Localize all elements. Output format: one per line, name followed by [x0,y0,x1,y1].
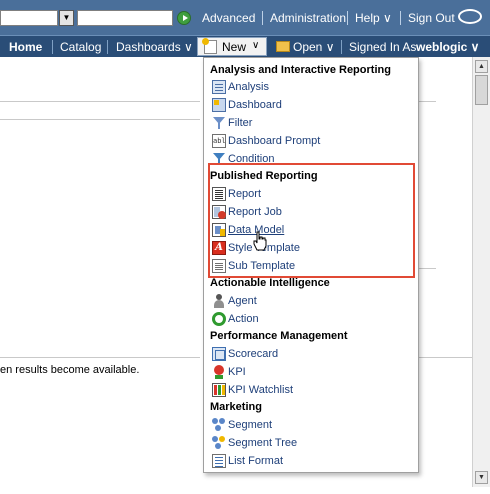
section-heading-performance-management: Performance Management [210,330,348,342]
menu-item-segment[interactable]: Segment [212,417,412,434]
menu-item-label: Report [228,188,262,200]
report-icon [212,187,226,201]
signed-in-label: Signed In As [349,40,417,54]
menu-item-label: Segment [228,419,273,431]
search-input[interactable] [77,10,173,26]
segment-tree-icon [212,436,226,450]
section-heading-published-reporting: Published Reporting [210,170,318,182]
scroll-thumb[interactable] [475,75,488,105]
kpi-watchlist-icon [212,383,226,397]
menu-item-label: Segment Tree [228,437,298,449]
menu-item-segment-tree[interactable]: Segment Tree [212,435,412,452]
menu-item-scorecard[interactable]: Scorecard [212,346,412,363]
nav-divider [52,40,53,54]
chevron-down-icon[interactable]: ▼ [59,10,74,26]
advanced-link[interactable]: Advanced [202,11,255,25]
oracle-logo-icon[interactable] [458,9,482,24]
action-gear-icon [212,312,226,326]
header-divider [347,11,348,25]
nav-dashboards[interactable]: Dashboards ∨ [116,40,193,54]
menu-item-sub-template[interactable]: Sub Template [212,258,412,275]
divider-line [418,268,436,269]
folder-icon[interactable] [276,41,290,52]
menu-item-label: Filter [228,117,253,129]
top-header-bar: ▼ Advanced Administration Help ∨ Sign Ou… [0,0,490,35]
menu-item-analysis[interactable]: Analysis [212,79,412,96]
scroll-down-icon[interactable]: ▼ [475,471,488,484]
agent-icon [212,294,226,308]
report-job-icon [212,205,226,219]
header-divider [262,11,263,25]
menu-item-label: KPI Watchlist [228,384,293,396]
help-menu[interactable]: Help ∨ [355,11,392,25]
menu-item-kpi-watchlist[interactable]: KPI Watchlist [212,382,412,399]
search-go-icon[interactable] [177,11,191,25]
section-heading-analysis: Analysis and Interactive Reporting [210,64,391,76]
data-model-icon [212,223,226,237]
menu-item-dashboard[interactable]: Dashboard [212,97,412,114]
menu-item-dashboard-prompt[interactable]: abl Dashboard Prompt [212,133,412,150]
scroll-up-icon[interactable]: ▲ [475,60,488,73]
scorecard-icon [212,347,226,361]
menu-item-label: Analysis [228,81,269,93]
menu-item-list-format[interactable]: List Format [212,453,412,470]
menu-item-data-model[interactable]: Data Model [212,222,412,239]
style-template-icon: A [212,241,226,255]
chevron-down-icon: ∨ [252,40,260,51]
global-nav-bar: Home Catalog Dashboards ∨ New ∨ Open ∨ S… [0,35,490,57]
menu-item-label: Scorecard [228,348,279,360]
filter-icon [212,116,226,130]
new-menu-button[interactable]: New ∨ [197,37,267,56]
vertical-scrollbar[interactable]: ▲ ▼ [472,57,490,487]
menu-item-label: List Format [228,455,284,467]
menu-item-label: Report Job [228,206,282,218]
analysis-icon [212,80,226,94]
menu-item-agent[interactable]: Agent [212,293,412,310]
header-divider [400,11,401,25]
nav-catalog[interactable]: Catalog [60,40,101,54]
administration-link[interactable]: Administration [270,11,346,25]
section-heading-actionable-intelligence: Actionable Intelligence [210,277,330,289]
divider-line [0,119,200,120]
new-document-icon [202,38,217,54]
section-heading-marketing: Marketing [210,401,262,413]
menu-item-action[interactable]: Action [212,311,412,328]
search-scope-select[interactable] [0,10,58,26]
prompt-icon: abl [212,134,226,148]
user-menu[interactable]: weblogic ∨ [416,40,479,54]
menu-item-label: Agent [228,295,257,307]
nav-open[interactable]: Open ∨ [293,40,334,54]
nav-divider [107,40,108,54]
divider-line [0,101,200,102]
menu-item-report[interactable]: Report [212,186,412,203]
nav-divider [341,40,342,54]
menu-item-report-job[interactable]: Report Job [212,204,412,221]
dashboard-icon [212,98,226,112]
new-menu-label: New [222,40,247,54]
kpi-icon [212,365,226,379]
menu-item-label: Sub Template [228,260,296,272]
hand-cursor-icon [253,231,267,251]
results-message: en results become available. [0,364,140,376]
divider-line [0,357,200,358]
menu-item-kpi[interactable]: KPI [212,364,412,381]
divider-line [418,357,472,358]
menu-item-label: Dashboard Prompt [228,135,321,147]
menu-item-style-template[interactable]: A Style Template [212,240,412,257]
sub-template-icon [212,259,226,273]
segment-icon [212,418,226,432]
menu-item-label: Dashboard [228,99,282,111]
menu-item-label: KPI [228,366,246,378]
menu-item-label: Action [228,313,259,325]
menu-item-filter[interactable]: Filter [212,115,412,132]
new-dropdown-menu: Analysis and Interactive Reporting Analy… [203,57,419,473]
nav-home[interactable]: Home [9,40,42,54]
list-format-icon [212,454,226,468]
divider-line [418,101,436,102]
sign-out-link[interactable]: Sign Out [408,11,455,25]
